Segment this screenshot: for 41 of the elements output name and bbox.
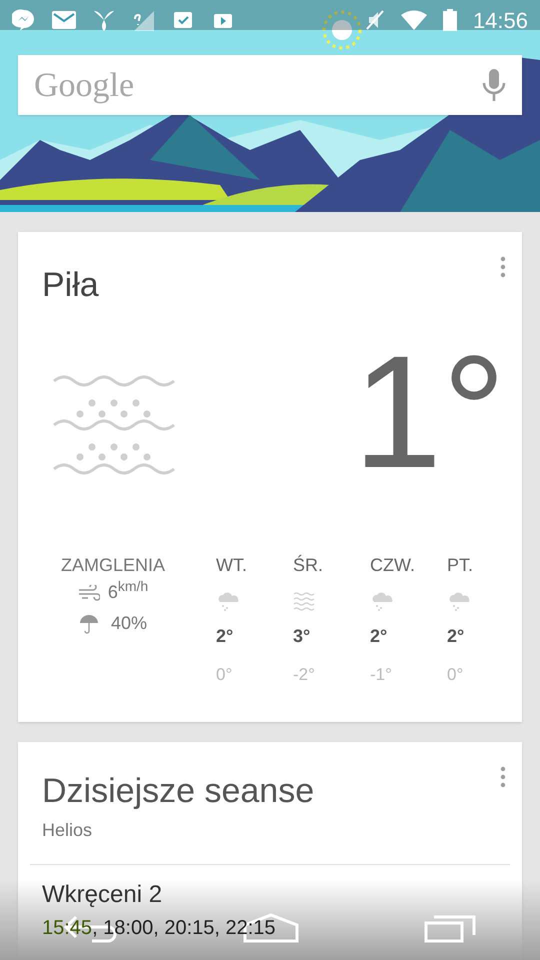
more-options-icon[interactable] — [500, 256, 506, 278]
fog-icon — [293, 591, 315, 611]
wind-speed: 6$^{km/h}$ — [108, 579, 148, 604]
forecast-high: 2° — [216, 625, 234, 648]
forecast-low: 0° — [447, 664, 464, 686]
umbrella-icon — [78, 614, 99, 634]
battery-icon — [442, 9, 457, 31]
forecast-day: WT. — [216, 552, 247, 579]
clock: 14:56 — [472, 6, 528, 34]
precipitation-chance: 40% — [110, 612, 148, 635]
movie-title: Wkręceni 2 — [42, 880, 162, 910]
forecast-day: CZW. — [370, 552, 415, 579]
fan-icon — [92, 9, 116, 31]
mail-icon — [52, 11, 76, 29]
forecast-low: -2° — [293, 664, 315, 686]
weather-card[interactable]: Piła 1° ZAMGLENIA 6$^{km/h}$ 40% WT. 2° 0° ŚR. 3° -2° CZW. 2° -1° PT. 2° 0° — [18, 232, 522, 722]
weather-condition: ZAMGLENIA — [60, 554, 166, 577]
search-bar[interactable]: Google — [18, 55, 522, 115]
city-name: Piła — [42, 265, 99, 306]
showtimes-card[interactable]: Dzisiejsze seanse Helios Wkręceni 2 15:45, 18:00, 20:15, 22:15 — [18, 742, 522, 960]
cinema-name: Helios — [42, 818, 94, 842]
forecast-day: ŚR. — [293, 552, 324, 579]
forecast-high: 3° — [293, 625, 310, 648]
wifi-icon — [400, 10, 427, 30]
showtime: , 18:00, 20:15, 22:15 — [92, 916, 276, 938]
forecast-high: 2° — [370, 625, 388, 648]
mute-icon — [364, 9, 385, 31]
card-title: Dzisiejsze seanse — [42, 771, 316, 812]
signal-icon — [132, 9, 154, 31]
current-temperature: 1° — [353, 332, 506, 492]
forecast-low: 0° — [216, 664, 232, 686]
forecast-day: PT. — [447, 552, 474, 579]
messenger-icon — [12, 8, 36, 32]
forecast-low: -1° — [370, 664, 392, 686]
more-options-icon[interactable] — [500, 766, 506, 788]
showtime: 15:45 — [42, 916, 92, 938]
wind-icon — [78, 584, 100, 600]
microphone-icon[interactable] — [482, 68, 506, 102]
search-input[interactable]: Google — [34, 60, 482, 110]
forecast-high: 2° — [447, 625, 464, 648]
recent-apps-icon[interactable] — [424, 913, 478, 943]
